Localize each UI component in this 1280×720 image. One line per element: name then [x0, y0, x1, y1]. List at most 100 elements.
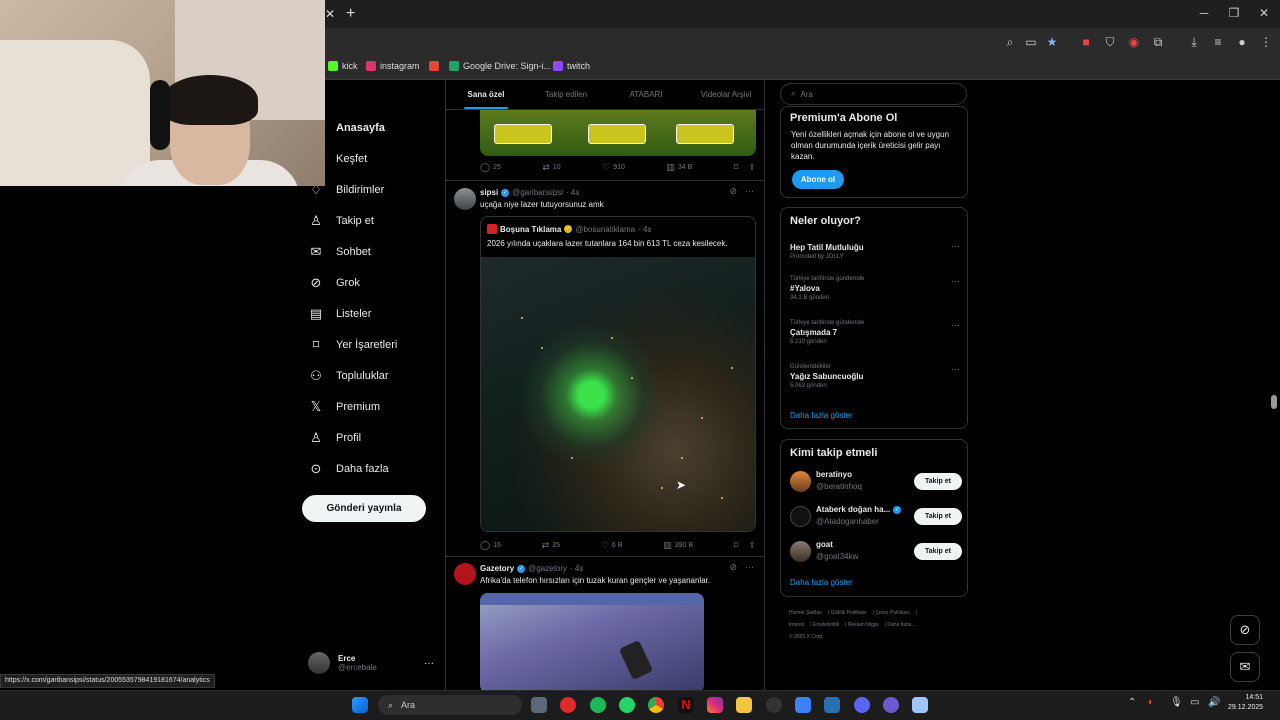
- tweet-time[interactable]: · 4s: [570, 564, 583, 573]
- search-input[interactable]: ⌕ Ara: [780, 83, 967, 105]
- grok-icon[interactable]: ⊘: [729, 186, 737, 197]
- follow-show-more[interactable]: Daha fazla göster: [790, 578, 853, 587]
- tab-for-you[interactable]: Sana özel: [446, 80, 526, 109]
- notepad-icon[interactable]: [795, 697, 811, 713]
- nav-more[interactable]: ⊙ Daha fazla: [308, 459, 389, 479]
- tab-videos-archive[interactable]: Videolar Arşivi: [686, 80, 764, 109]
- more-options-icon[interactable]: ···: [951, 364, 960, 374]
- post-button[interactable]: Gönderi yayınla: [302, 495, 426, 522]
- account-more-icon[interactable]: ···: [424, 658, 434, 669]
- nav-chat[interactable]: ✉ Sohbet: [308, 242, 371, 262]
- tabsearch-icon[interactable]: ≡: [1210, 34, 1226, 50]
- zoom-icon[interactable]: ⌕: [1002, 34, 1018, 50]
- more-options-icon[interactable]: ···: [951, 276, 960, 286]
- chrome-icon[interactable]: [648, 697, 664, 713]
- trends-show-more[interactable]: Daha fazla göster: [790, 411, 853, 420]
- like-button[interactable]: ♡ 6 B: [601, 540, 623, 551]
- repost-button[interactable]: ⇄ 25: [542, 540, 560, 551]
- tweet-media[interactable]: [480, 593, 704, 690]
- discord-icon[interactable]: [854, 697, 870, 713]
- bookmark-gmail[interactable]: [429, 61, 439, 71]
- nav-premium[interactable]: 𝕏 Premium: [308, 397, 380, 417]
- settings-icon[interactable]: [531, 697, 547, 713]
- nav-lists[interactable]: ▤ Listeler: [308, 304, 372, 324]
- scrollbar[interactable]: [1271, 395, 1277, 409]
- more-options-icon[interactable]: ···: [951, 241, 960, 251]
- instagram-icon[interactable]: [707, 697, 723, 713]
- close-window-button[interactable]: ✕: [1254, 6, 1274, 20]
- app-icon[interactable]: [766, 697, 782, 713]
- follow-button[interactable]: Takip et: [914, 473, 962, 490]
- views-button[interactable]: ▥ 390 B: [663, 540, 693, 551]
- star-icon[interactable]: ★: [1044, 34, 1060, 50]
- volume-icon[interactable]: 🔊: [1208, 697, 1220, 708]
- account-switcher[interactable]: Erce @ercebale: [308, 652, 377, 674]
- download-icon[interactable]: ⤓: [1186, 34, 1202, 50]
- tab-following[interactable]: Takip edilen: [526, 80, 606, 109]
- chevron-up-icon[interactable]: ⌃: [1128, 697, 1136, 708]
- tweet-author-handle[interactable]: @garibansipsi: [512, 188, 563, 197]
- reply-button[interactable]: ◯ 16: [480, 540, 501, 551]
- subscribe-button[interactable]: Abone ol: [792, 170, 844, 189]
- profile-icon[interactable]: ●: [1234, 34, 1250, 50]
- windows-start-icon[interactable]: [352, 697, 368, 713]
- tweet-author-name[interactable]: sipsi: [480, 188, 498, 197]
- whatsapp-icon[interactable]: [619, 697, 635, 713]
- network-icon[interactable]: ▭: [1190, 697, 1199, 708]
- tweet-author-name[interactable]: Gazetory: [480, 564, 514, 573]
- grok-icon[interactable]: ⊘: [729, 562, 737, 573]
- trend-item[interactable]: Türkiye tarihinde gündemde Çatışmada 7 5…: [790, 320, 960, 345]
- restore-button[interactable]: ❐: [1224, 6, 1244, 20]
- menu-icon[interactable]: ⋮: [1258, 34, 1274, 50]
- quoted-tweet[interactable]: Boşuna Tıklama ✓ @bosunatiklama · 4s 202…: [480, 216, 756, 532]
- more-options-icon[interactable]: ···: [745, 562, 754, 573]
- trend-item[interactable]: Hep Tatil Mutluluğu Promoted by JOLLY ··…: [790, 241, 960, 260]
- tab-atabari[interactable]: ATABARI: [606, 80, 686, 109]
- folder-icon[interactable]: [736, 697, 752, 713]
- like-button[interactable]: ♡ 910: [602, 162, 625, 173]
- avatar[interactable]: [454, 563, 476, 585]
- share-icon[interactable]: ⇪: [748, 162, 756, 173]
- avatar[interactable]: [454, 188, 476, 210]
- more-options-icon[interactable]: ···: [951, 320, 960, 330]
- follow-suggestion[interactable]: goat @goat34kw Takip et: [790, 540, 962, 564]
- nav-profile[interactable]: ♙ Profil: [308, 428, 361, 448]
- nav-follow[interactable]: ♙ Takip et: [308, 211, 374, 231]
- nav-communities[interactable]: ⚇ Topluluklar: [308, 366, 388, 386]
- follow-suggestion[interactable]: Ataberk doğan ha... ✓ @Atadoganhaber Taki…: [790, 505, 962, 529]
- quote-media-video[interactable]: [481, 257, 755, 531]
- views-button[interactable]: ▥ 34 B: [666, 162, 692, 173]
- trend-item[interactable]: Gündemdekiler Yağız Sabuncuoğlu 5.063 gö…: [790, 364, 960, 389]
- grok-float-button[interactable]: ⊘: [1230, 615, 1260, 645]
- share-icon[interactable]: ⇪: [748, 540, 756, 551]
- shield-icon[interactable]: ⛉: [1102, 34, 1118, 50]
- follow-button[interactable]: Takip et: [914, 543, 962, 560]
- adblock-icon[interactable]: ◉: [1126, 34, 1142, 50]
- puzzle-icon[interactable]: ⧉: [1150, 34, 1166, 50]
- nav-grok[interactable]: ⊘ Grok: [308, 273, 360, 293]
- reply-button[interactable]: ◯ 25: [480, 162, 501, 173]
- app-icon[interactable]: [912, 697, 928, 713]
- bookmark-google-drive[interactable]: Google Drive: Sign-i...: [449, 61, 551, 71]
- bookmark-twitch[interactable]: twitch: [553, 61, 590, 71]
- more-options-icon[interactable]: ···: [745, 186, 754, 197]
- cast-icon[interactable]: ▭: [1023, 34, 1039, 50]
- bookmark-icon[interactable]: ⌑: [734, 162, 739, 173]
- tray-app-icon[interactable]: ◐: [1148, 697, 1154, 708]
- bookmark-icon[interactable]: ⌑: [734, 540, 739, 551]
- tweet-author-handle[interactable]: @gazetory: [528, 564, 567, 573]
- system-clock[interactable]: 14:51 29.12.2025: [1228, 693, 1263, 713]
- tweet-time[interactable]: · 4s: [566, 188, 579, 197]
- extension-icon[interactable]: ■: [1078, 34, 1094, 50]
- messages-float-button[interactable]: ✉: [1230, 652, 1260, 682]
- bookmark-kick[interactable]: kick: [328, 61, 358, 71]
- repost-button[interactable]: ⇄ 10: [542, 162, 560, 173]
- nav-bookmarks[interactable]: ⌑ Yer İşaretleri: [308, 335, 398, 355]
- app-icon[interactable]: [883, 697, 899, 713]
- app-icon[interactable]: [824, 697, 840, 713]
- trend-item[interactable]: Türkiye tarihinde gündemde #Yalova 34,1 …: [790, 276, 960, 301]
- bookmark-instagram[interactable]: instagram: [366, 61, 420, 71]
- follow-suggestion[interactable]: beratinyo @beratinhoq Takip et: [790, 470, 962, 494]
- new-tab-button[interactable]: +: [346, 5, 355, 23]
- minimize-button[interactable]: ─: [1194, 6, 1214, 20]
